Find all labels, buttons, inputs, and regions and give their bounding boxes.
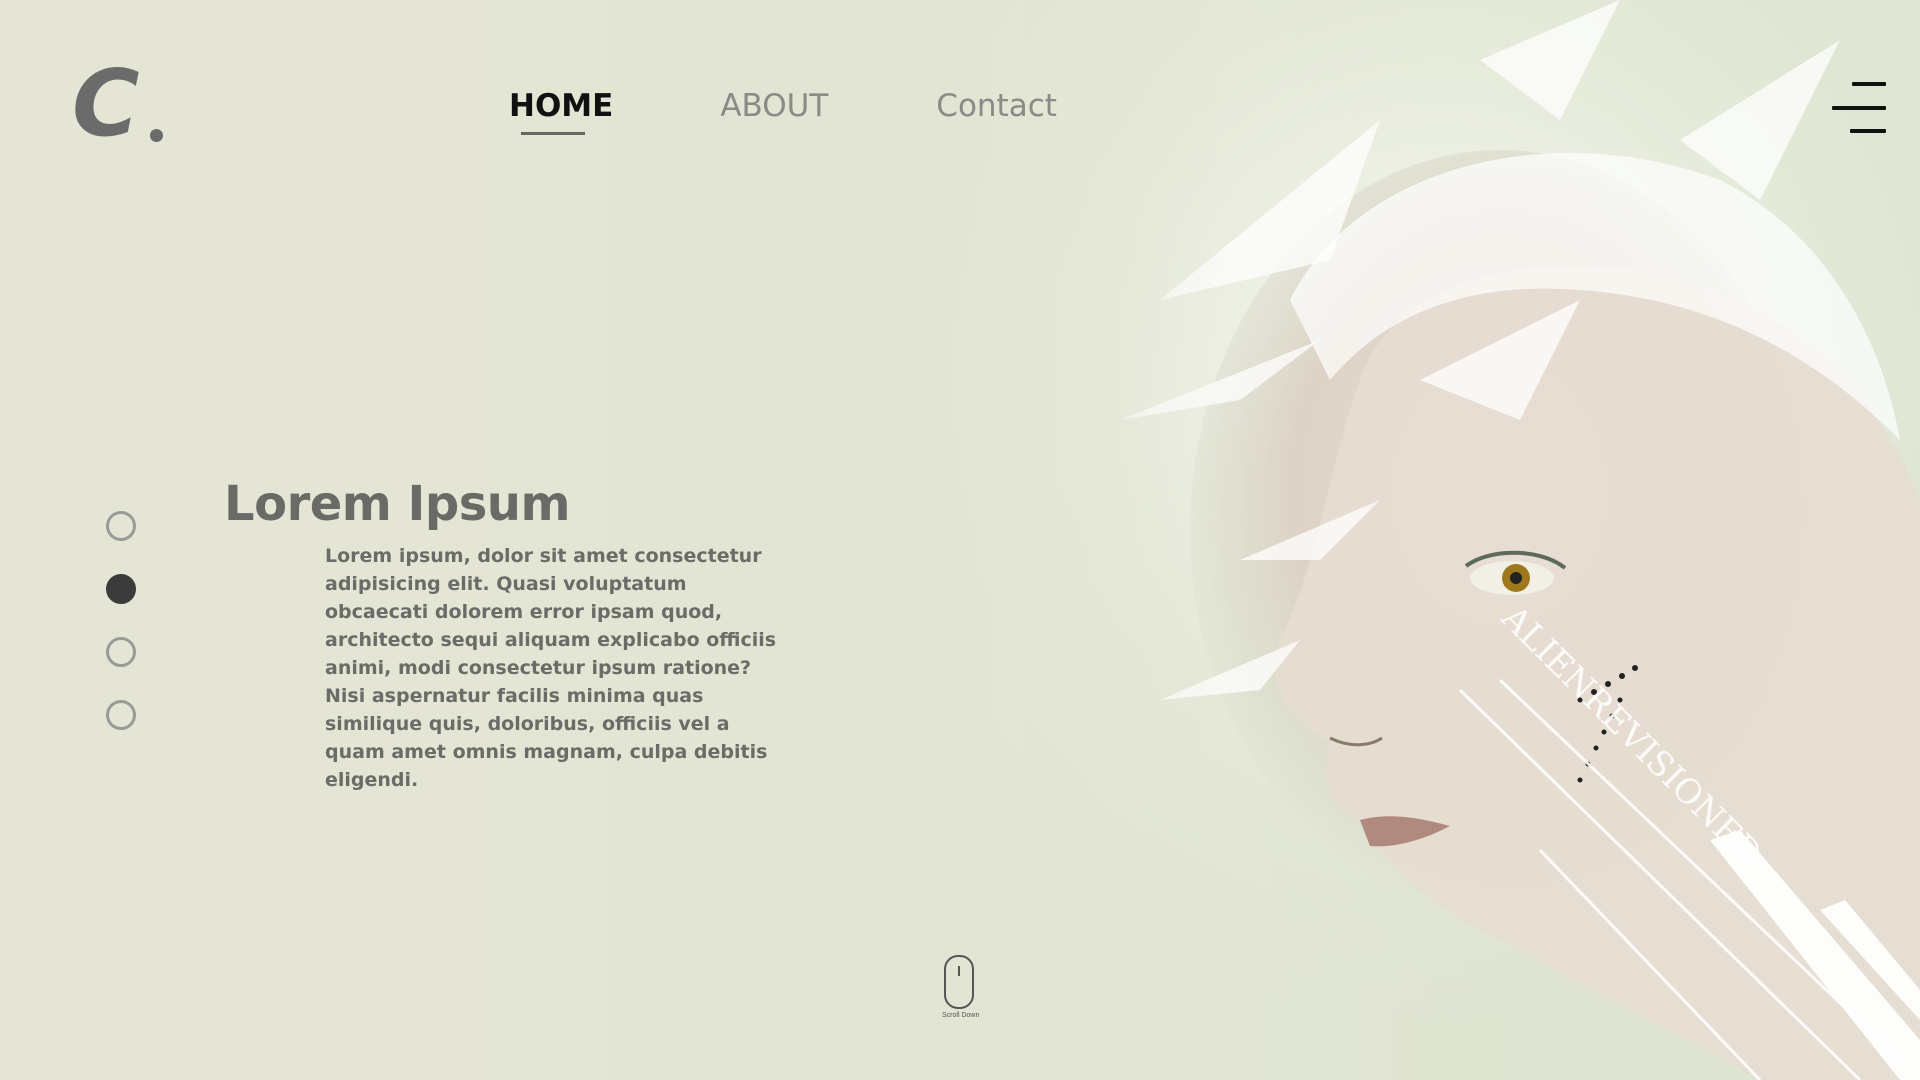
main-nav: HOME ABOUT Contact [509, 88, 1057, 135]
slide-dot-2[interactable] [106, 574, 136, 604]
menu-line-middle [1832, 106, 1886, 110]
menu-line-bottom [1850, 129, 1886, 133]
hamburger-menu-icon[interactable] [1832, 82, 1886, 134]
nav-about-label: ABOUT [720, 88, 829, 124]
slide-dot-3[interactable] [106, 637, 136, 667]
mouse-wheel [958, 966, 960, 976]
scroll-down-label: Scroll Down [942, 1012, 980, 1019]
mouse-scroll-icon [944, 955, 974, 1009]
nav-home-label: HOME [509, 88, 614, 124]
slide-dot-1[interactable] [106, 511, 136, 541]
brand-logo[interactable]: C [72, 58, 163, 150]
nav-active-underline [521, 132, 585, 135]
hero-body-text: Lorem ipsum, dolor sit amet consectetur … [325, 545, 777, 791]
logo-letter: C [72, 50, 140, 157]
hero-title: Lorem Ipsum [224, 476, 571, 532]
scroll-down-indicator[interactable]: Scroll Down [942, 955, 980, 1019]
nav-contact-label: Contact [936, 88, 1057, 124]
nav-home-link[interactable]: HOME [509, 88, 614, 135]
logo-dot [149, 129, 163, 142]
menu-line-top [1852, 82, 1886, 86]
slide-dot-4[interactable] [106, 700, 136, 730]
hero-artwork-image: ALIENREVISIONED [860, 0, 1920, 1080]
nav-about-link[interactable]: ABOUT [720, 88, 828, 124]
landing-page: ALIENREVISIONED C HOME ABOUT Contact Lor… [0, 0, 1920, 1080]
nav-contact-link[interactable]: Contact [936, 88, 1057, 124]
